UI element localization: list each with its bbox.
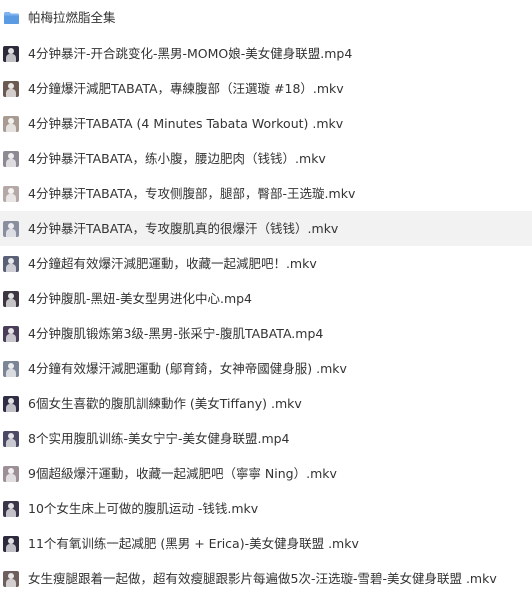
video-thumbnail-icon <box>3 255 19 272</box>
file-row-selected[interactable]: 4分钟暴汗TABATA，专攻腹肌真的很爆汗（钱钱）.mkv <box>0 211 532 246</box>
file-name: 女生瘦腿跟着一起做，超有效瘦腿跟影片每遍做5次-汪选璇-雪碧-美女健身联盟 .m… <box>28 570 497 586</box>
folder-icon <box>4 12 19 24</box>
file-row[interactable]: 女生瘦腿跟着一起做，超有效瘦腿跟影片每遍做5次-汪选璇-雪碧-美女健身联盟 .m… <box>0 561 532 596</box>
file-row[interactable]: 9個超級爆汗運動，收藏一起減肥吧（寧寧 Ning）.mkv <box>0 456 532 491</box>
file-name: 4分鐘爆汗減肥TABATA，專練腹部（汪選璇 #18）.mkv <box>28 80 344 96</box>
file-name: 4分鐘超有效爆汗減肥運動，收藏一起減肥吧！.mkv <box>28 255 317 271</box>
video-thumbnail-icon <box>3 220 19 237</box>
file-name: 4分钟暴汗TABATA，专攻侧腹部，腿部，臀部-王选璇.mkv <box>28 185 356 201</box>
file-row[interactable]: 4分钟腹肌锻炼第3级-黑男-张采宁-腹肌TABATA.mp4 <box>0 316 532 351</box>
file-name: 4分鐘有效爆汗減肥運動 (鄔育錡，女神帝國健身服) .mkv <box>28 360 347 376</box>
video-thumbnail-icon <box>3 395 19 412</box>
file-row[interactable]: 4分钟暴汗TABATA，练小腹，腰边肥肉（钱钱）.mkv <box>0 141 532 176</box>
video-thumbnail-icon <box>3 325 19 342</box>
video-thumbnail-icon <box>3 360 19 377</box>
file-name: 6個女生喜歡的腹肌訓練動作 (美女Tiffany) .mkv <box>28 395 302 411</box>
video-thumbnail-icon <box>3 290 19 307</box>
file-list: 帕梅拉燃脂全集 4分钟暴汗-开合跳变化-黑男-MOMO娘-美女健身联盟.mp4 … <box>0 0 532 598</box>
file-row[interactable]: 10个女生床上可做的腹肌运动 -钱钱.mkv <box>0 491 532 526</box>
file-name: 4分钟暴汗TABATA，练小腹，腰边肥肉（钱钱）.mkv <box>28 150 326 166</box>
file-name: 11个有氧训练一起减肥 (黑男 + Erica)-美女健身联盟 .mkv <box>28 535 359 551</box>
file-name: 9個超級爆汗運動，收藏一起減肥吧（寧寧 Ning）.mkv <box>28 465 337 481</box>
file-row[interactable]: 11个有氧训练一起减肥 (黑男 + Erica)-美女健身联盟 .mkv <box>0 526 532 561</box>
file-name: 4分钟暴汗TABATA，专攻腹肌真的很爆汗（钱钱）.mkv <box>28 220 339 236</box>
file-name: 4分钟暴汗TABATA (4 Minutes Tabata Workout) .… <box>28 115 344 131</box>
file-row[interactable]: 4分钟暴汗TABATA (4 Minutes Tabata Workout) .… <box>0 106 532 141</box>
video-thumbnail-icon <box>3 45 19 62</box>
file-row[interactable]: 4分鐘爆汗減肥TABATA，專練腹部（汪選璇 #18）.mkv <box>0 71 532 106</box>
video-thumbnail-icon <box>3 535 19 552</box>
video-thumbnail-icon <box>3 570 19 587</box>
file-name: 帕梅拉燃脂全集 <box>28 10 116 25</box>
file-row[interactable]: 8个实用腹肌训练-美女宁宁-美女健身联盟.mp4 <box>0 421 532 456</box>
file-row[interactable]: 4分钟腹肌-黑妞-美女型男进化中心.mp4 <box>0 281 532 316</box>
file-row[interactable]: 4分钟暴汗-开合跳变化-黑男-MOMO娘-美女健身联盟.mp4 <box>0 36 532 71</box>
file-name: 4分钟腹肌-黑妞-美女型男进化中心.mp4 <box>28 290 253 306</box>
video-thumbnail-icon <box>3 500 19 517</box>
file-row[interactable]: 6個女生喜歡的腹肌訓練動作 (美女Tiffany) .mkv <box>0 386 532 421</box>
file-name: 4分钟腹肌锻炼第3级-黑男-张采宁-腹肌TABATA.mp4 <box>28 325 324 341</box>
file-name: 8个实用腹肌训练-美女宁宁-美女健身联盟.mp4 <box>28 430 290 446</box>
file-name: 10个女生床上可做的腹肌运动 -钱钱.mkv <box>28 500 259 516</box>
file-name: 4分钟暴汗-开合跳变化-黑男-MOMO娘-美女健身联盟.mp4 <box>28 45 353 61</box>
video-thumbnail-icon <box>3 430 19 447</box>
video-thumbnail-icon <box>3 465 19 482</box>
video-thumbnail-icon <box>3 115 19 132</box>
file-row[interactable]: 4分鐘超有效爆汗減肥運動，收藏一起減肥吧！.mkv <box>0 246 532 281</box>
video-thumbnail-icon <box>3 80 19 97</box>
file-row[interactable]: 4分钟暴汗TABATA，专攻侧腹部，腿部，臀部-王选璇.mkv <box>0 176 532 211</box>
video-thumbnail-icon <box>3 185 19 202</box>
file-row[interactable]: 4分鐘有效爆汗減肥運動 (鄔育錡，女神帝國健身服) .mkv <box>0 351 532 386</box>
video-thumbnail-icon <box>3 150 19 167</box>
file-row-folder[interactable]: 帕梅拉燃脂全集 <box>0 0 532 36</box>
